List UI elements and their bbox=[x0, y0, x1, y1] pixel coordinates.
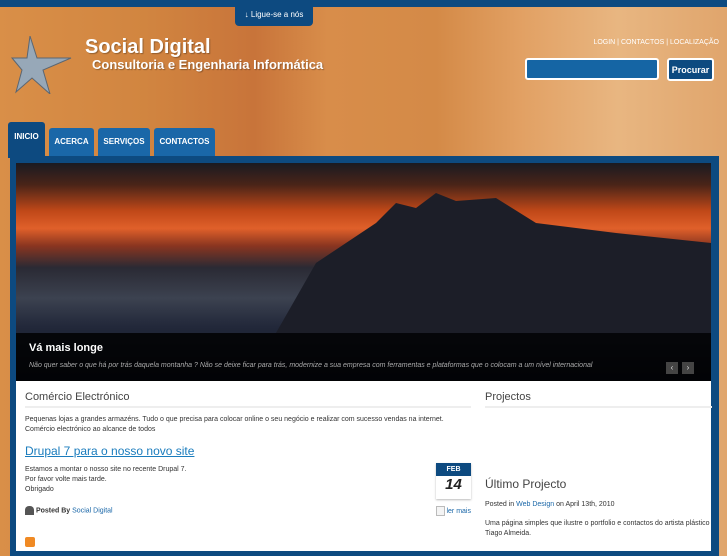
login-link[interactable]: LOGIN bbox=[593, 39, 615, 46]
search-input[interactable] bbox=[525, 58, 659, 80]
tab-acerca[interactable]: ACERCA bbox=[49, 128, 94, 157]
star-logo-icon bbox=[10, 36, 72, 94]
post-meta: Posted By Social Digital bbox=[25, 506, 113, 516]
mountain-image bbox=[276, 193, 711, 333]
site-title[interactable]: Social Digital bbox=[85, 36, 211, 59]
post-title-link[interactable]: Drupal 7 para o nosso novo site bbox=[25, 444, 471, 458]
project-meta: Posted in Web Design on April 13th, 2010 bbox=[485, 500, 615, 510]
post-day: 14 bbox=[445, 476, 462, 493]
tab-servicos[interactable]: SERVIÇOS bbox=[98, 128, 150, 157]
slider-caption: Vá mais longe Não quer saber o que há po… bbox=[16, 333, 711, 381]
read-more-link[interactable]: ler mais bbox=[446, 508, 471, 515]
slider-next-button[interactable]: › bbox=[682, 362, 694, 374]
section-intro: Pequenas lojas a grandes armazéns. Tudo … bbox=[25, 416, 444, 433]
slider-title: Vá mais longe bbox=[29, 342, 103, 354]
site-subtitle: Consultoria e Engenharia Informática bbox=[92, 57, 324, 72]
tab-inicio[interactable]: INICIO bbox=[8, 122, 45, 158]
projects-heading: Projectos bbox=[485, 391, 712, 408]
slider-text: Não quer saber o que há por trás daquela… bbox=[29, 362, 593, 369]
latest-project-heading: Último Projecto bbox=[485, 477, 567, 491]
location-link[interactable]: LOCALIZAÇÃO bbox=[670, 39, 719, 46]
post-line: Obrigado bbox=[25, 486, 54, 493]
slider-prev-button[interactable]: ‹ bbox=[666, 362, 678, 374]
post-body: Estamos a montar o nosso site no recente… bbox=[25, 465, 471, 495]
category-link[interactable]: Web Design bbox=[516, 501, 554, 508]
posted-by-label: Posted By bbox=[35, 507, 71, 515]
post-month: FEB bbox=[436, 463, 471, 476]
image-slider[interactable]: Vá mais longe Não quer saber o que há po… bbox=[16, 163, 711, 381]
rss-icon[interactable] bbox=[25, 537, 35, 547]
post-line: Estamos a montar o nosso site no recente… bbox=[25, 466, 187, 473]
post-line: Por favor volte mais tarde. bbox=[25, 476, 107, 483]
tab-contactos[interactable]: CONTACTOS bbox=[154, 128, 215, 157]
left-column: Comércio Electrónico Pequenas lojas a gr… bbox=[25, 391, 471, 547]
user-icon bbox=[25, 506, 34, 515]
project-text: Uma página simples que ilustre o portfol… bbox=[485, 520, 710, 537]
top-links: LOGIN | CONTACTOS | LOCALIZAÇÃO bbox=[593, 39, 719, 46]
author-link[interactable]: Social Digital bbox=[72, 507, 112, 514]
right-column: Projectos Último Projecto Posted in Web … bbox=[485, 391, 712, 537]
read-more: ler mais bbox=[435, 506, 471, 517]
section-heading: Comércio Electrónico bbox=[25, 391, 471, 408]
document-icon bbox=[435, 506, 445, 516]
top-bar bbox=[0, 0, 727, 7]
posted-in-label: Posted in bbox=[485, 501, 515, 508]
call-us-tab[interactable]: ↓ Ligue-se a nós bbox=[235, 6, 313, 26]
project-date: on April 13th, 2010 bbox=[556, 501, 615, 508]
content-area: Comércio Electrónico Pequenas lojas a gr… bbox=[16, 381, 712, 551]
post-date-badge: FEB 14 bbox=[436, 463, 471, 499]
search-button[interactable]: Procurar bbox=[667, 58, 714, 81]
contacts-link[interactable]: CONTACTOS bbox=[621, 39, 664, 46]
